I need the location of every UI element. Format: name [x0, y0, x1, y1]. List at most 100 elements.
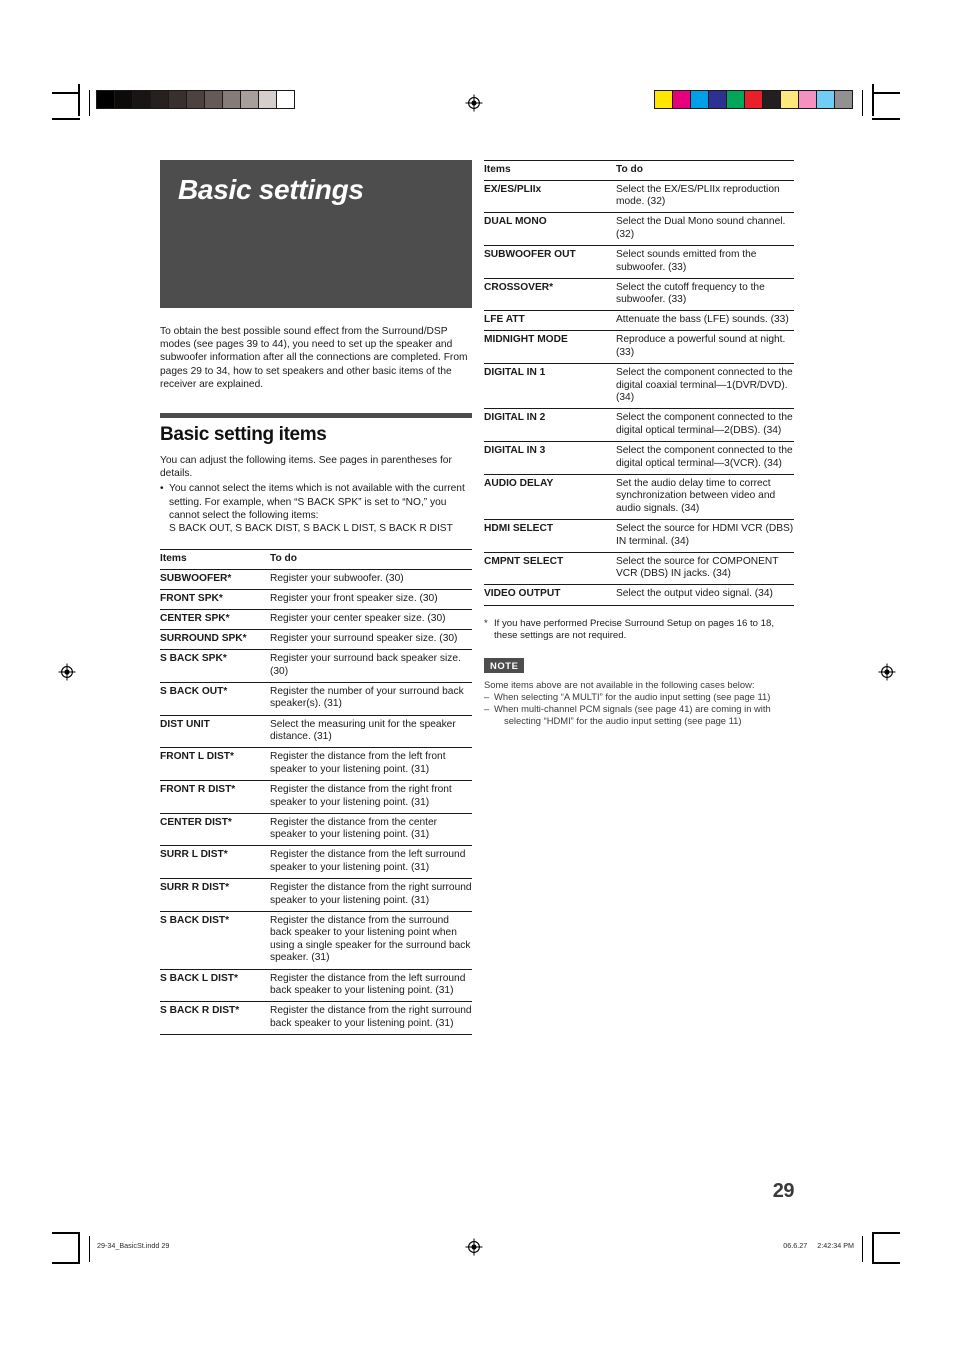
table-row: SURR R DIST* Register the distance from t…	[160, 878, 472, 912]
table-row: DIGITAL IN 1 Select the component connect…	[484, 363, 794, 410]
table-row: FRONT R DIST* Register the distance from …	[160, 780, 472, 814]
setting-item-name: HDMI SELECT	[484, 519, 616, 553]
table-row: SUBWOOFER OUT Select sounds emitted from …	[484, 245, 794, 279]
footnote-marker: *	[484, 617, 488, 629]
setting-item-name: DIGITAL IN 1	[484, 363, 616, 410]
table-row: CMPNT SELECT Select the source for COMPON…	[484, 552, 794, 586]
table-row: SUBWOOFER* Register your subwoofer. (30)	[160, 569, 472, 590]
table-row: SURR L DIST* Register the distance from t…	[160, 845, 472, 880]
table-row: S BACK SPK* Register your surround back s…	[160, 649, 472, 683]
setting-item-name: EX/ES/PLIIx	[484, 180, 616, 214]
note-item-1-text: When selecting “A MULTI” for the audio i…	[494, 691, 771, 703]
setting-item-description: Select the component connected to the di…	[616, 363, 794, 410]
table-row: DUAL MONO Select the Dual Mono sound chan…	[484, 212, 794, 246]
table-row: MIDNIGHT MODE Reproduce a powerful sound …	[484, 330, 794, 365]
setting-item-name: SURR L DIST*	[160, 845, 270, 880]
setting-item-description: Register your center speaker size. (30)	[270, 609, 472, 631]
setting-item-description: Register the distance from the center sp…	[270, 813, 472, 847]
basic-setting-items-table-right: Items To do EX/ES/PLIIx Select the EX/ES/…	[484, 160, 794, 606]
setting-item-description: Register the number of your surround bac…	[270, 682, 472, 716]
setting-item-name: FRONT R DIST*	[160, 780, 270, 814]
setting-item-name: CROSSOVER*	[484, 278, 616, 312]
section-lead-text: You can adjust the following items. See …	[160, 455, 452, 480]
right-column: Items To do EX/ES/PLIIx Select the EX/ES/…	[484, 160, 794, 728]
table-row: VIDEO OUTPUT Select the output video sign…	[484, 584, 794, 606]
basic-setting-items-table-left: Items To do SUBWOOFER* Register your subw…	[160, 549, 472, 1035]
note-item-2-line-b: selecting “HDMI” for the audio input set…	[504, 715, 742, 727]
setting-item-name: CMPNT SELECT	[484, 552, 616, 586]
note-item-2: – When multi-channel PCM signals (see pa…	[484, 703, 794, 727]
left-column: Basic settings To obtain the best possib…	[160, 160, 472, 1035]
table-row: DIGITAL IN 2 Select the component connect…	[484, 408, 794, 443]
asterisk-footnote: * If you have performed Precise Surround…	[484, 618, 794, 643]
table-body-left: SUBWOOFER* Register your subwoofer. (30) F…	[160, 569, 472, 1035]
setting-item-description: Register your surround speaker size. (30…	[270, 629, 472, 651]
table-header-row: Items To do	[484, 160, 794, 181]
setting-item-name: DIGITAL IN 2	[484, 408, 616, 443]
setting-item-description: Register the distance from the left fron…	[270, 747, 472, 781]
note-body: Some items above are not available in th…	[484, 679, 794, 728]
bullet-text: You cannot select the items which is not…	[169, 483, 465, 535]
table-row: CENTER DIST* Register the distance from t…	[160, 813, 472, 847]
setting-item-name: VIDEO OUTPUT	[484, 584, 616, 606]
setting-item-name: S BACK R DIST*	[160, 1001, 270, 1035]
setting-item-name: CENTER SPK*	[160, 609, 270, 631]
note-item-1: – When selecting “A MULTI” for the audio…	[484, 691, 794, 703]
column-header-todo: To do	[616, 160, 794, 181]
setting-item-description: Select the cutoff frequency to the subwo…	[616, 278, 794, 312]
column-header-items: Items	[484, 160, 616, 181]
table-body-right: EX/ES/PLIIx Select the EX/ES/PLIIx reprod…	[484, 180, 794, 606]
note-item-2-text: When multi-channel PCM signals (see page…	[494, 703, 794, 727]
setting-item-description: Attenuate the bass (LFE) sounds. (33)	[616, 310, 794, 332]
setting-item-description: Register the distance from the left surr…	[270, 969, 472, 1003]
setting-item-description: Register your front speaker size. (30)	[270, 589, 472, 611]
table-header-row: Items To do	[160, 549, 472, 570]
setting-item-description: Register the distance from the right sur…	[270, 1001, 472, 1035]
setting-item-name: DUAL MONO	[484, 212, 616, 246]
table-row: S BACK OUT* Register the number of your s…	[160, 682, 472, 716]
setting-item-name: LFE ATT	[484, 310, 616, 332]
table-row: DIST UNIT Select the measuring unit for t…	[160, 715, 472, 749]
setting-item-description: Select the Dual Mono sound channel. (32)	[616, 212, 794, 246]
setting-item-name: S BACK DIST*	[160, 911, 270, 970]
table-row: DIGITAL IN 3 Select the component connect…	[484, 441, 794, 475]
setting-item-name: FRONT SPK*	[160, 589, 270, 611]
table-row: S BACK DIST* Register the distance from t…	[160, 911, 472, 970]
note-dash-1: –	[484, 691, 490, 703]
setting-item-description: Select the EX/ES/PLIIx reproduction mode…	[616, 180, 794, 214]
setting-item-description: Register your subwoofer. (30)	[270, 569, 472, 590]
intro-paragraph: To obtain the best possible sound effect…	[160, 326, 468, 390]
note-intro: Some items above are not available in th…	[484, 678, 755, 690]
column-header-items: Items	[160, 549, 270, 570]
setting-item-name: SUBWOOFER OUT	[484, 245, 616, 279]
setting-item-name: DIST UNIT	[160, 715, 270, 749]
setting-item-description: Select sounds emitted from the subwoofer…	[616, 245, 794, 279]
table-row: S BACK L DIST* Register the distance from…	[160, 969, 472, 1003]
setting-item-name: SURROUND SPK*	[160, 629, 270, 651]
setting-item-name: SUBWOOFER*	[160, 569, 270, 590]
note-dash-2: –	[484, 703, 490, 715]
table-row: CENTER SPK* Register your center speaker …	[160, 609, 472, 631]
setting-item-description: Register the distance from the left surr…	[270, 845, 472, 880]
setting-item-description: Register the distance from the right fro…	[270, 780, 472, 814]
setting-item-name: FRONT L DIST*	[160, 747, 270, 781]
setting-item-description: Select the source for HDMI VCR (DBS) IN …	[616, 519, 794, 553]
table-row: LFE ATT Attenuate the bass (LFE) sounds. …	[484, 310, 794, 332]
table-row: S BACK R DIST* Register the distance from…	[160, 1001, 472, 1035]
setting-item-description: Select the component connected to the di…	[616, 441, 794, 475]
setting-item-description: Select the output video signal. (34)	[616, 584, 794, 606]
table-row: FRONT SPK* Register your front speaker si…	[160, 589, 472, 611]
note-badge: NOTE	[484, 658, 525, 673]
setting-item-description: Select the measuring unit for the speake…	[270, 715, 472, 749]
section-bullet: • You cannot select the items which is n…	[160, 482, 472, 535]
setting-item-name: CENTER DIST*	[160, 813, 270, 847]
setting-item-description: Select the component connected to the di…	[616, 408, 794, 443]
section-title: Basic setting items	[160, 424, 327, 446]
chapter-header-box: Basic settings	[160, 160, 472, 308]
setting-item-name: DIGITAL IN 3	[484, 441, 616, 475]
table-row: HDMI SELECT Select the source for HDMI VC…	[484, 519, 794, 553]
setting-item-name: AUDIO DELAY	[484, 474, 616, 521]
setting-item-name: S BACK L DIST*	[160, 969, 270, 1003]
note-item-2-line-a: When multi-channel PCM signals (see page…	[494, 703, 771, 715]
page-content: Basic settings To obtain the best possib…	[0, 0, 954, 1351]
